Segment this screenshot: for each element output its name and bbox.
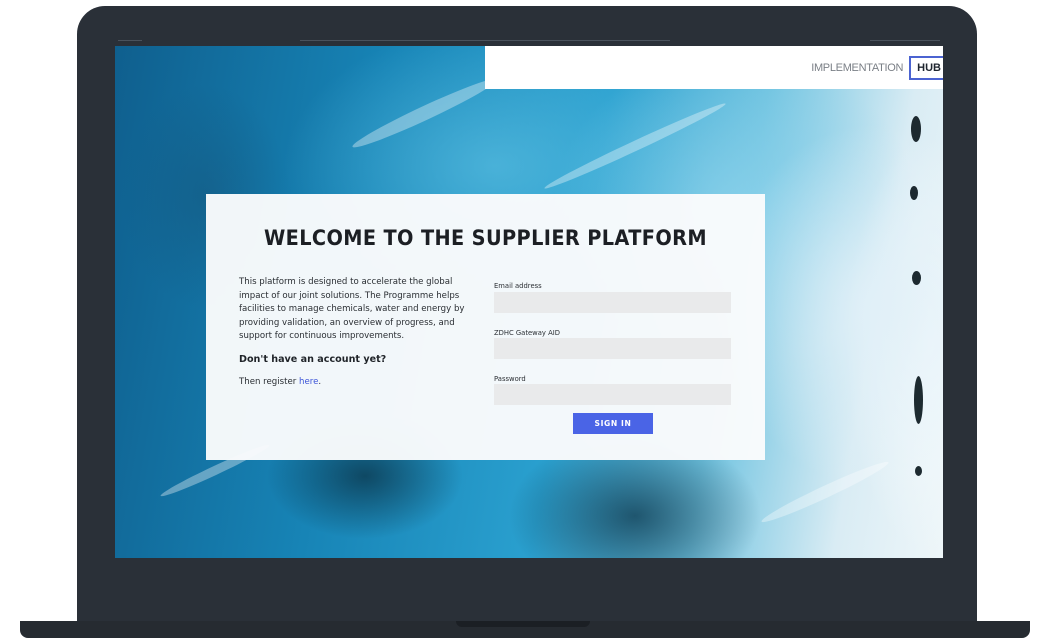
register-link[interactable]: here [299, 377, 318, 387]
register-suffix: . [318, 377, 322, 387]
wave-streak [759, 456, 891, 528]
header-bar: IMPLEMENTATION HUB [485, 46, 943, 89]
gateway-aid-label: ZDHC Gateway AID [494, 329, 560, 337]
page-title: WELCOME TO THE SUPPLIER PLATFORM [263, 226, 708, 250]
brand-implementation-text: IMPLEMENTATION [811, 62, 904, 74]
wave-streak [349, 72, 501, 154]
password-field[interactable] [494, 384, 731, 405]
brand-logo[interactable]: IMPLEMENTATION HUB [811, 56, 943, 80]
bezel-divider [870, 40, 940, 41]
rock [911, 116, 921, 142]
gateway-aid-field[interactable] [494, 338, 731, 359]
brand-hub-text: HUB [909, 56, 943, 80]
rock [912, 271, 921, 285]
bezel-divider [118, 40, 142, 41]
no-account-heading: Don't have an account yet? [239, 354, 387, 365]
wave-streak [542, 99, 728, 193]
rock [914, 376, 923, 424]
sign-in-button[interactable]: SIGN IN [573, 413, 653, 434]
password-label: Password [494, 375, 526, 383]
login-card: WELCOME TO THE SUPPLIER PLATFORM This pl… [206, 194, 765, 460]
intro-text: This platform is designed to accelerate … [239, 277, 465, 341]
rock [915, 466, 922, 476]
screen: IMPLEMENTATION HUB WELCOME TO THE SUPPLI… [115, 46, 943, 558]
laptop-base-notch [456, 621, 590, 627]
bezel-divider [300, 40, 670, 41]
email-label: Email address [494, 282, 542, 290]
rock [910, 186, 918, 200]
register-prefix: Then register [239, 377, 300, 387]
register-text: Then register here. [239, 377, 321, 387]
email-field[interactable] [494, 292, 731, 313]
